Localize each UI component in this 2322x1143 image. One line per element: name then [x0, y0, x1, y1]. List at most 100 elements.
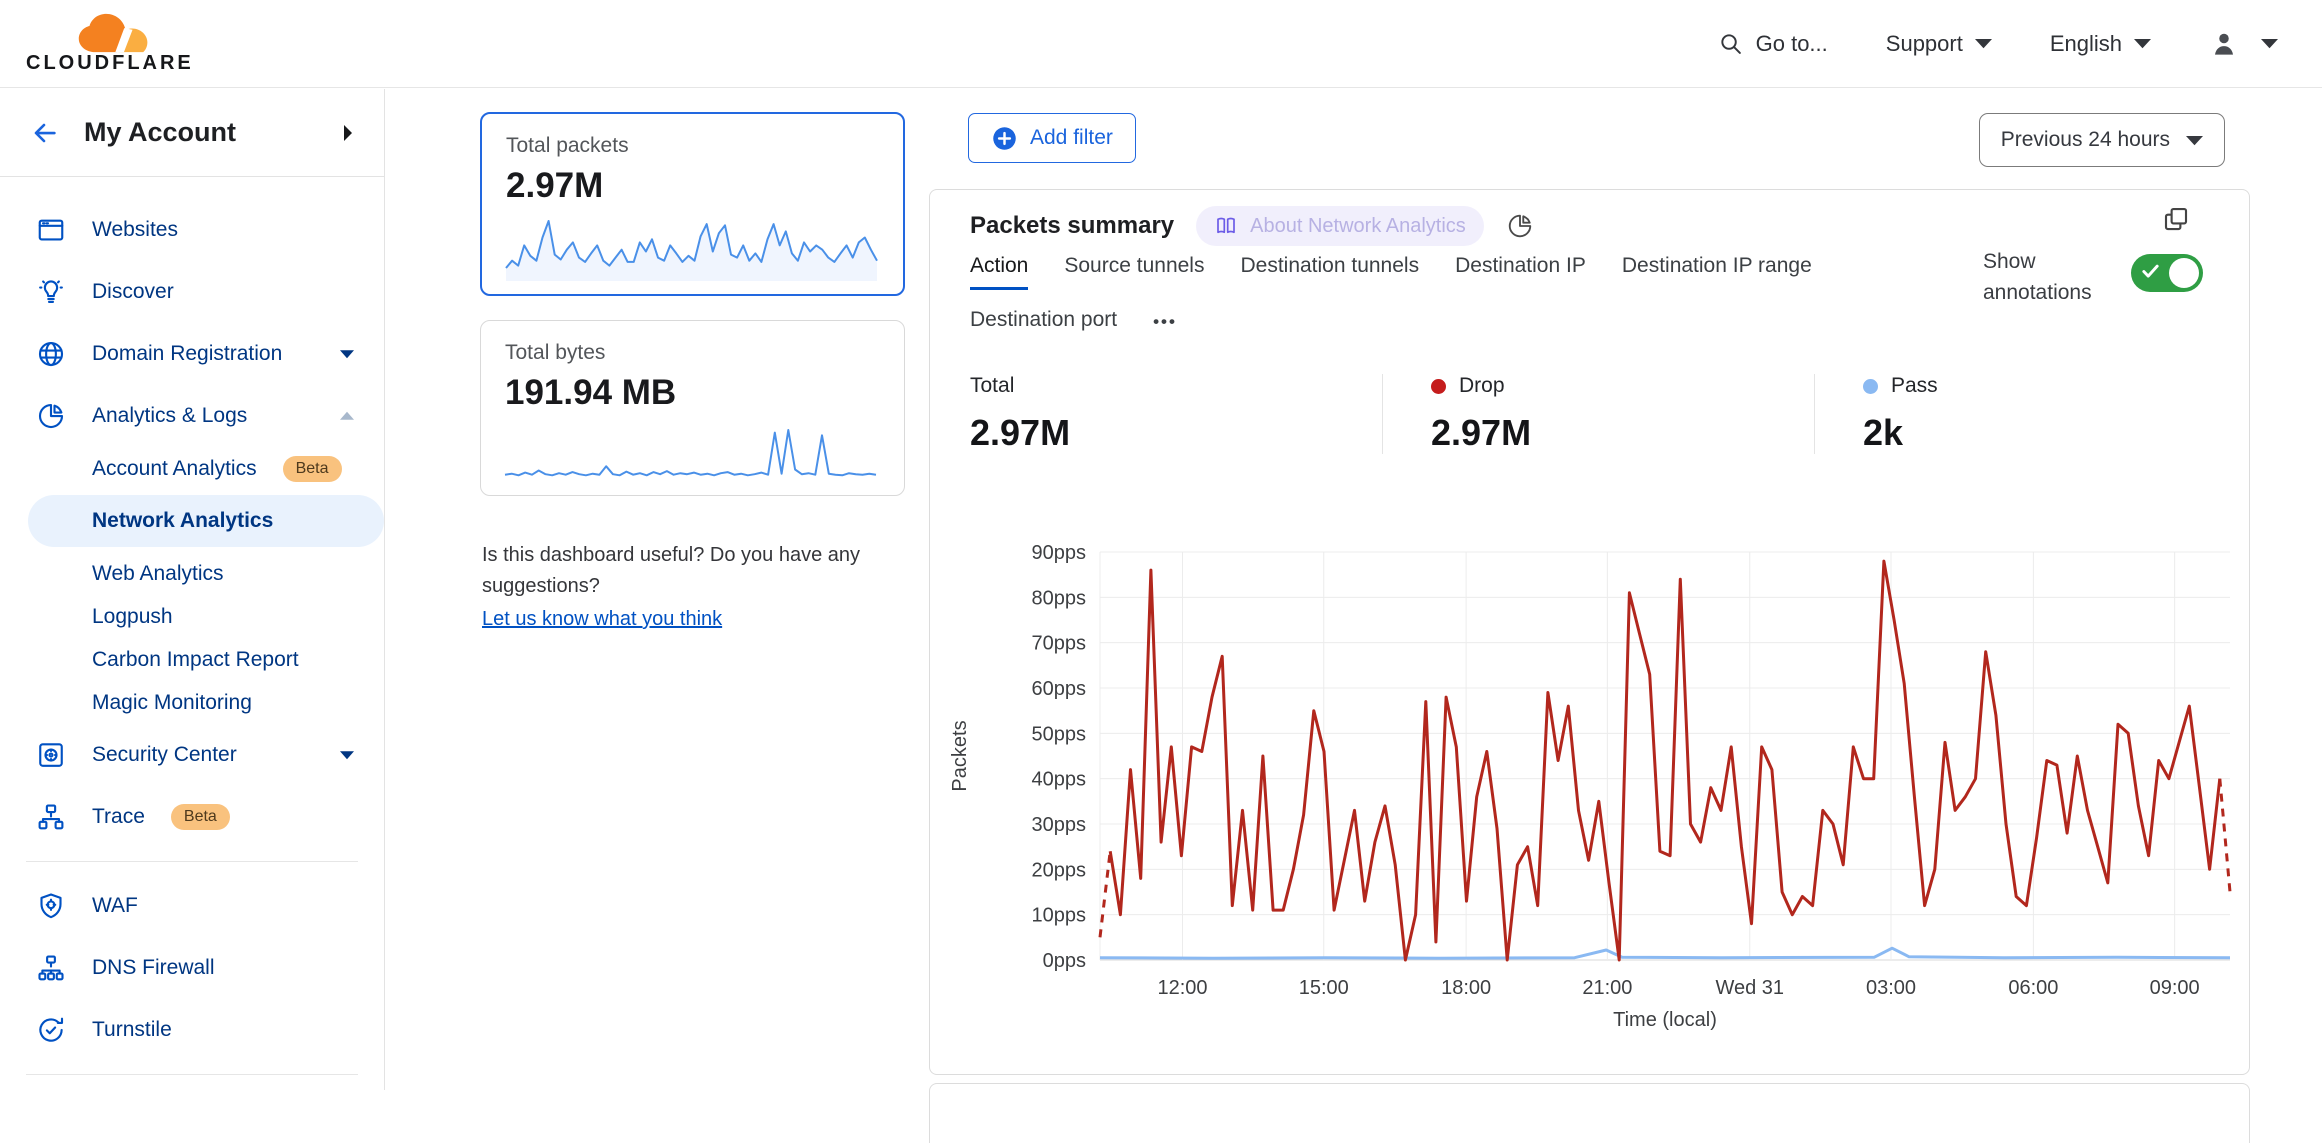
svg-text:70pps: 70pps [1032, 633, 1087, 655]
feedback-text: Is this dashboard useful? Do you have an… [482, 544, 860, 597]
hierarchy-icon [36, 953, 66, 983]
goto-search[interactable]: Go to... [1718, 31, 1828, 57]
sidebar-item-domain-registration[interactable]: Domain Registration [0, 323, 384, 385]
total-packets-title: Total packets [506, 134, 879, 158]
sidebar-item-turnstile[interactable]: Turnstile [0, 999, 384, 1061]
tab-action[interactable]: Action [970, 254, 1028, 290]
sidebar-item-websites[interactable]: Websites [0, 199, 384, 261]
sidebar-item-web-analytics[interactable]: Web Analytics [0, 552, 384, 595]
feedback-block: Is this dashboard useful? Do you have an… [482, 540, 918, 635]
panel-header: Packets summary About Network Analytics [970, 206, 1534, 246]
expand-panel-icon[interactable] [2161, 204, 2191, 234]
sidebar-item-label: Network Analytics [92, 509, 354, 533]
svg-text:0pps: 0pps [1043, 950, 1086, 972]
goto-label: Go to... [1756, 31, 1828, 57]
tab-destination-tunnels[interactable]: Destination tunnels [1240, 254, 1419, 290]
chevron-right-icon[interactable] [342, 125, 354, 141]
globe-icon [36, 339, 66, 369]
feedback-link[interactable]: Let us know what you think [482, 604, 722, 635]
svg-text:30pps: 30pps [1032, 814, 1087, 836]
top-header: CLOUDFLARE Go to... Support English [0, 0, 2322, 88]
account-header: My Account [0, 89, 384, 177]
bytes-sparkline [503, 425, 878, 483]
sidebar-item-label: Logpush [92, 605, 354, 629]
sidebar-item-label: Turnstile [92, 1018, 354, 1042]
chevron-down-icon [340, 349, 354, 359]
pie-icon [36, 401, 66, 431]
data-source-pie-icon[interactable] [1506, 212, 1534, 240]
sidebar-item-logpush[interactable]: Logpush [0, 595, 384, 638]
svg-text:Time (local): Time (local) [1613, 1009, 1717, 1031]
check-icon [2142, 264, 2159, 279]
sidebar-item-label: Discover [92, 280, 354, 304]
sidebar-item-magic-monitoring[interactable]: Magic Monitoring [0, 681, 384, 724]
sidebar-item-label: Security Center [92, 743, 314, 767]
panel-title: Packets summary [970, 212, 1174, 240]
stat-value: 2.97M [1431, 412, 1814, 454]
total-packets-card[interactable]: Total packets 2.97M [480, 112, 905, 296]
show-annotations-toggle[interactable] [2131, 254, 2203, 292]
sidebar-item-analytics-logs[interactable]: Analytics & Logs [0, 385, 384, 447]
svg-text:Packets: Packets [949, 720, 971, 791]
stat-pass: Pass2k [1814, 374, 1938, 454]
sidebar-item-carbon-impact-report[interactable]: Carbon Impact Report [0, 638, 384, 681]
back-arrow-icon[interactable] [30, 118, 60, 148]
chevron-down-icon [1975, 38, 1992, 49]
chevron-up-icon [340, 411, 354, 421]
legend-dot [1431, 379, 1446, 394]
total-bytes-value: 191.94 MB [505, 373, 880, 413]
tab-destination-ip[interactable]: Destination IP [1455, 254, 1586, 290]
packets-chart[interactable]: 0pps10pps20pps30pps40pps50pps60pps70pps8… [938, 538, 2238, 1043]
svg-text:06:00: 06:00 [2008, 977, 2058, 999]
cloudflare-logo[interactable]: CLOUDFLARE [26, 12, 194, 75]
sidebar-item-discover[interactable]: Discover [0, 261, 384, 323]
total-bytes-title: Total bytes [505, 341, 880, 365]
tab-destination-ip-range[interactable]: Destination IP range [1622, 254, 1812, 290]
stat-value: 2.97M [970, 412, 1382, 454]
toggle-knob [2169, 258, 2199, 288]
dimension-tabs: Action Source tunnels Destination tunnels D… [970, 254, 1980, 344]
sidebar-item-label: Websites [92, 218, 354, 242]
sidebar-item-network-analytics[interactable]: Network Analytics [28, 495, 384, 547]
add-filter-label: Add filter [1030, 126, 1113, 150]
sidebar-item-security-center[interactable]: Security Center [0, 724, 384, 786]
tab-destination-port[interactable]: Destination port [970, 308, 1117, 344]
svg-text:18:00: 18:00 [1441, 977, 1491, 999]
about-network-analytics-badge[interactable]: About Network Analytics [1196, 206, 1484, 246]
summary-stats: Total2.97MDrop2.97MPass2k [970, 374, 2209, 454]
sidebar-item-waf[interactable]: WAF [0, 875, 384, 937]
tab-source-tunnels[interactable]: Source tunnels [1064, 254, 1204, 290]
shield-icon [36, 891, 66, 921]
stat-drop: Drop2.97M [1382, 374, 1814, 454]
sidebar-divider [26, 861, 358, 862]
sidebar-divider [26, 1074, 358, 1075]
sidebar-item-label: Web Analytics [92, 562, 354, 586]
language-menu[interactable]: English [2050, 31, 2151, 57]
support-menu[interactable]: Support [1886, 31, 1992, 57]
sidebar-item-account-analytics[interactable]: Account AnalyticsBeta [0, 447, 384, 490]
add-filter-button[interactable]: Add filter [968, 113, 1136, 163]
user-menu[interactable] [2209, 29, 2278, 59]
sidebar-item-label: Magic Monitoring [92, 691, 354, 715]
sidebar-nav: Websites Discover Domain RegistrationAnaly… [0, 177, 384, 1090]
svg-text:03:00: 03:00 [1866, 977, 1916, 999]
total-bytes-card[interactable]: Total bytes 191.94 MB [480, 320, 905, 496]
svg-text:90pps: 90pps [1032, 542, 1087, 564]
book-icon [1214, 214, 1238, 238]
time-range-button[interactable]: Previous 24 hours [1979, 113, 2225, 167]
sidebar-item-dns-firewall[interactable]: DNS Firewall [0, 937, 384, 999]
main-content: Add filter Previous 24 hours Packets sum… [929, 88, 2250, 1090]
sidebar-item-trace[interactable]: TraceBeta [0, 786, 384, 848]
support-label: Support [1886, 31, 1963, 57]
safe-icon [36, 740, 66, 770]
account-title[interactable]: My Account [84, 117, 318, 148]
tabs-overflow-icon[interactable]: ••• [1153, 312, 1177, 344]
sidebar-item-label: DNS Firewall [92, 956, 354, 980]
svg-text:09:00: 09:00 [2150, 977, 2200, 999]
bulb-icon [36, 277, 66, 307]
svg-text:10pps: 10pps [1032, 905, 1087, 927]
svg-text:80pps: 80pps [1032, 587, 1087, 609]
sidebar: My Account Websites Discover Domain Regist… [0, 89, 385, 1090]
chevron-down-icon [2134, 38, 2151, 49]
refresh-check-icon [36, 1015, 66, 1045]
